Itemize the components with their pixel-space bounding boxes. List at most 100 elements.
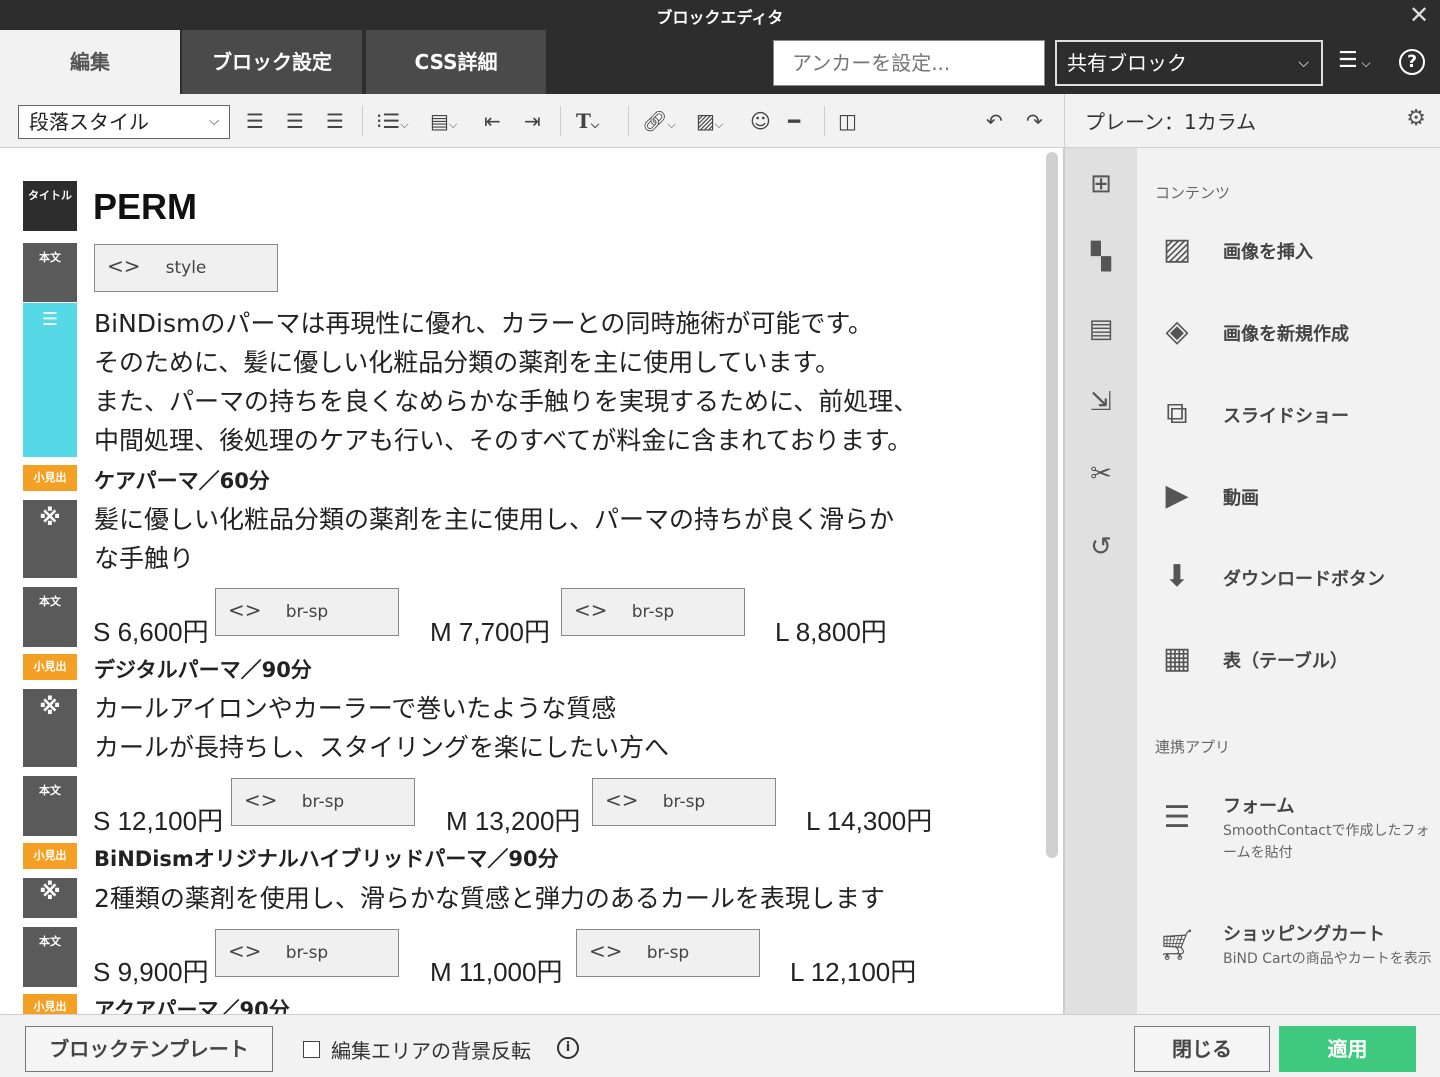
info-icon[interactable]: i	[557, 1037, 579, 1059]
outdent-icon[interactable]: ⇤	[484, 106, 501, 136]
intro-text[interactable]: BiNDismのパーマは再現性に優れ、カラーとの同時施術が可能です。 そのために…	[94, 304, 918, 460]
cart-icon: 🛒︎	[1157, 928, 1197, 963]
section-heading[interactable]: ケアパーマ／60分	[94, 465, 270, 495]
video-icon: ▶	[1165, 478, 1189, 513]
close-icon[interactable]: ✕	[1406, 2, 1432, 28]
sidebar-item-form[interactable]: ☰ フォーム SmoothContactで作成したフォームを貼付	[1137, 784, 1440, 868]
toolbar-divider	[560, 106, 561, 136]
indent-icon[interactable]: ⇥	[524, 106, 541, 136]
price-m[interactable]: M 7,700円	[430, 612, 550, 649]
sidebar-item-download-button[interactable]: ⬇ ダウンロードボタン	[1137, 547, 1440, 607]
align-center-icon[interactable]: ☰	[286, 106, 304, 136]
tag-subheading[interactable]: 小見出	[23, 465, 77, 491]
tab-edit[interactable]: 編集	[0, 30, 182, 94]
br-code-block[interactable]: <> br-sp	[561, 588, 745, 636]
tag-subheading[interactable]: 小見出	[23, 654, 77, 680]
section-desc[interactable]: 髪に優しい化粧品分類の薬剤を主に使用し、パーマの持ちが良く滑らか な手触り	[94, 500, 894, 578]
tag-subheading[interactable]: 小見出	[23, 843, 77, 869]
tab-bar: 編集 ブロック設定 CSS詳細 共有ブロック ⌵ ☰ ⌵ ?	[0, 30, 1440, 94]
tag-note[interactable]: ※	[23, 500, 77, 578]
apply-button[interactable]: 適用	[1279, 1026, 1416, 1072]
format-toolbar: 段落スタイル ⌵ ☰ ☰ ☰ ⁝☰⌵ ▤⌵ ⇤ ⇥ T⌵ 🔗︎⌵ ▨⌵ ☺ ━ …	[0, 94, 1064, 148]
sidebar-panel: コンテンツ ▨ 画像を挿入 ◈ 画像を新規作成 ⧉ スライドショー ▶ 動画 ⬇…	[1137, 148, 1440, 1014]
tag-title[interactable]: タイトル	[23, 181, 77, 231]
section-contents-label: コンテンツ	[1155, 184, 1231, 202]
sidebar: ⊞ ▚ ▤ ⇲ ✂ ↺ コンテンツ ▨ 画像を挿入 ◈ 画像を新規作成 ⧉ スラ…	[1064, 148, 1440, 1014]
block-format-icon[interactable]: ▤⌵	[430, 106, 457, 136]
sidebar-item-shopping-cart[interactable]: 🛒︎ ショッピングカート BiND Cartの商品やカートを表示	[1137, 912, 1440, 996]
column-split-icon[interactable]: ◫	[838, 106, 857, 136]
tab-block-settings[interactable]: ブロック設定	[182, 30, 364, 94]
price-l[interactable]: L 8,800円	[775, 612, 887, 649]
section-desc[interactable]: カールアイロンやカーラーで巻いたような質感 カールが長持ちし、スタイリングを楽に…	[94, 689, 669, 767]
page-icon[interactable]: ▤	[1085, 313, 1117, 345]
section-heading[interactable]: アクアパーマ／90分	[94, 994, 290, 1014]
editor-scrollbar[interactable]	[1046, 152, 1058, 858]
sidebar-item-video[interactable]: ▶ 動画	[1137, 466, 1440, 526]
block-template-button[interactable]: ブロックテンプレート	[25, 1026, 273, 1072]
tools-icon[interactable]: ✂	[1085, 458, 1117, 490]
br-code-block[interactable]: <> br-sp	[231, 778, 415, 826]
toolbar-divider	[824, 106, 825, 136]
tag-note[interactable]: ※	[23, 689, 77, 767]
bulleted-list-icon[interactable]: ⁝☰⌵	[376, 106, 409, 136]
history-icon[interactable]: ↺	[1085, 531, 1117, 563]
menu-icon[interactable]: ☰ ⌵	[1338, 48, 1371, 73]
anchor-input[interactable]	[773, 40, 1045, 86]
price-s[interactable]: S 9,900円	[93, 952, 209, 989]
price-s[interactable]: S 6,600円	[93, 612, 209, 649]
sidebar-item-slideshow[interactable]: ⧉ スライドショー	[1137, 384, 1440, 444]
paragraph-style-select[interactable]: 段落スタイル ⌵	[18, 105, 230, 139]
invert-background-checkbox[interactable]	[303, 1041, 320, 1058]
layout-label: プレーン：1カラム	[1085, 110, 1257, 134]
import-icon[interactable]: ⇲	[1085, 386, 1117, 418]
tab-css-details[interactable]: CSS詳細	[366, 30, 548, 94]
shared-block-select[interactable]: 共有ブロック ⌵	[1055, 40, 1323, 86]
price-m[interactable]: M 11,000円	[430, 952, 562, 989]
paragraph-icon: ☰	[41, 309, 59, 330]
undo-icon[interactable]: ↶	[986, 106, 1003, 136]
tag-subheading[interactable]: 小見出	[23, 994, 77, 1014]
tag-note[interactable]: ※	[23, 878, 77, 918]
gear-icon[interactable]: ⚙	[1406, 106, 1426, 131]
tag-body[interactable]: 本文	[23, 927, 77, 987]
download-icon: ⬇	[1164, 559, 1190, 594]
sidebar-item-insert-image[interactable]: ▨ 画像を挿入	[1137, 220, 1440, 280]
clipped-row: 小見出 アクアパーマ／90分	[0, 994, 1040, 1014]
tag-body[interactable]: 本文	[23, 243, 77, 302]
help-icon[interactable]: ?	[1399, 49, 1425, 75]
tag-paragraph[interactable]: ☰	[23, 303, 77, 457]
price-m[interactable]: M 13,200円	[446, 801, 580, 838]
link-icon[interactable]: 🔗︎⌵	[642, 106, 676, 136]
align-left-icon[interactable]: ☰	[246, 106, 264, 136]
style-code-block[interactable]: <> style	[94, 244, 278, 292]
section-heading[interactable]: BiNDismオリジナルハイブリッドパーマ／90分	[94, 843, 559, 873]
close-button[interactable]: 閉じる	[1134, 1026, 1270, 1072]
tag-body[interactable]: 本文	[23, 776, 77, 836]
paragraph-style-label: 段落スタイル	[29, 110, 149, 134]
price-s[interactable]: S 12,100円	[93, 801, 223, 838]
table-icon: ▦	[1162, 641, 1192, 676]
slideshow-icon: ⧉	[1166, 396, 1188, 431]
br-code-block[interactable]: <> br-sp	[592, 778, 776, 826]
grid-blocks-icon[interactable]: ▚	[1085, 241, 1117, 273]
add-block-icon[interactable]: ⊞	[1085, 168, 1117, 200]
section-desc[interactable]: 2種類の薬剤を使用し、滑らかな質感と弾力のあるカールを表現します	[94, 879, 885, 918]
text-format-icon[interactable]: T⌵	[576, 106, 599, 136]
tag-body[interactable]: 本文	[23, 587, 77, 647]
price-l[interactable]: L 12,100円	[790, 952, 916, 989]
page-title[interactable]: PERM	[93, 186, 197, 228]
price-l[interactable]: L 14,300円	[806, 801, 932, 838]
align-right-icon[interactable]: ☰	[326, 106, 344, 136]
sidebar-icon-column: ⊞ ▚ ▤ ⇲ ✂ ↺	[1065, 148, 1137, 1014]
emoji-icon[interactable]: ☺	[750, 106, 771, 136]
sidebar-item-create-image[interactable]: ◈ 画像を新規作成	[1137, 302, 1440, 362]
br-code-block[interactable]: <> br-sp	[576, 929, 760, 977]
br-code-block[interactable]: <> br-sp	[215, 588, 399, 636]
image-insert-icon[interactable]: ▨⌵	[696, 106, 723, 136]
section-heading[interactable]: デジタルパーマ／90分	[94, 654, 312, 684]
horizontal-rule-icon[interactable]: ━	[788, 106, 800, 136]
sidebar-item-table[interactable]: ▦ 表（テーブル）	[1137, 629, 1440, 689]
br-code-block[interactable]: <> br-sp	[215, 929, 399, 977]
redo-icon[interactable]: ↷	[1026, 106, 1043, 136]
